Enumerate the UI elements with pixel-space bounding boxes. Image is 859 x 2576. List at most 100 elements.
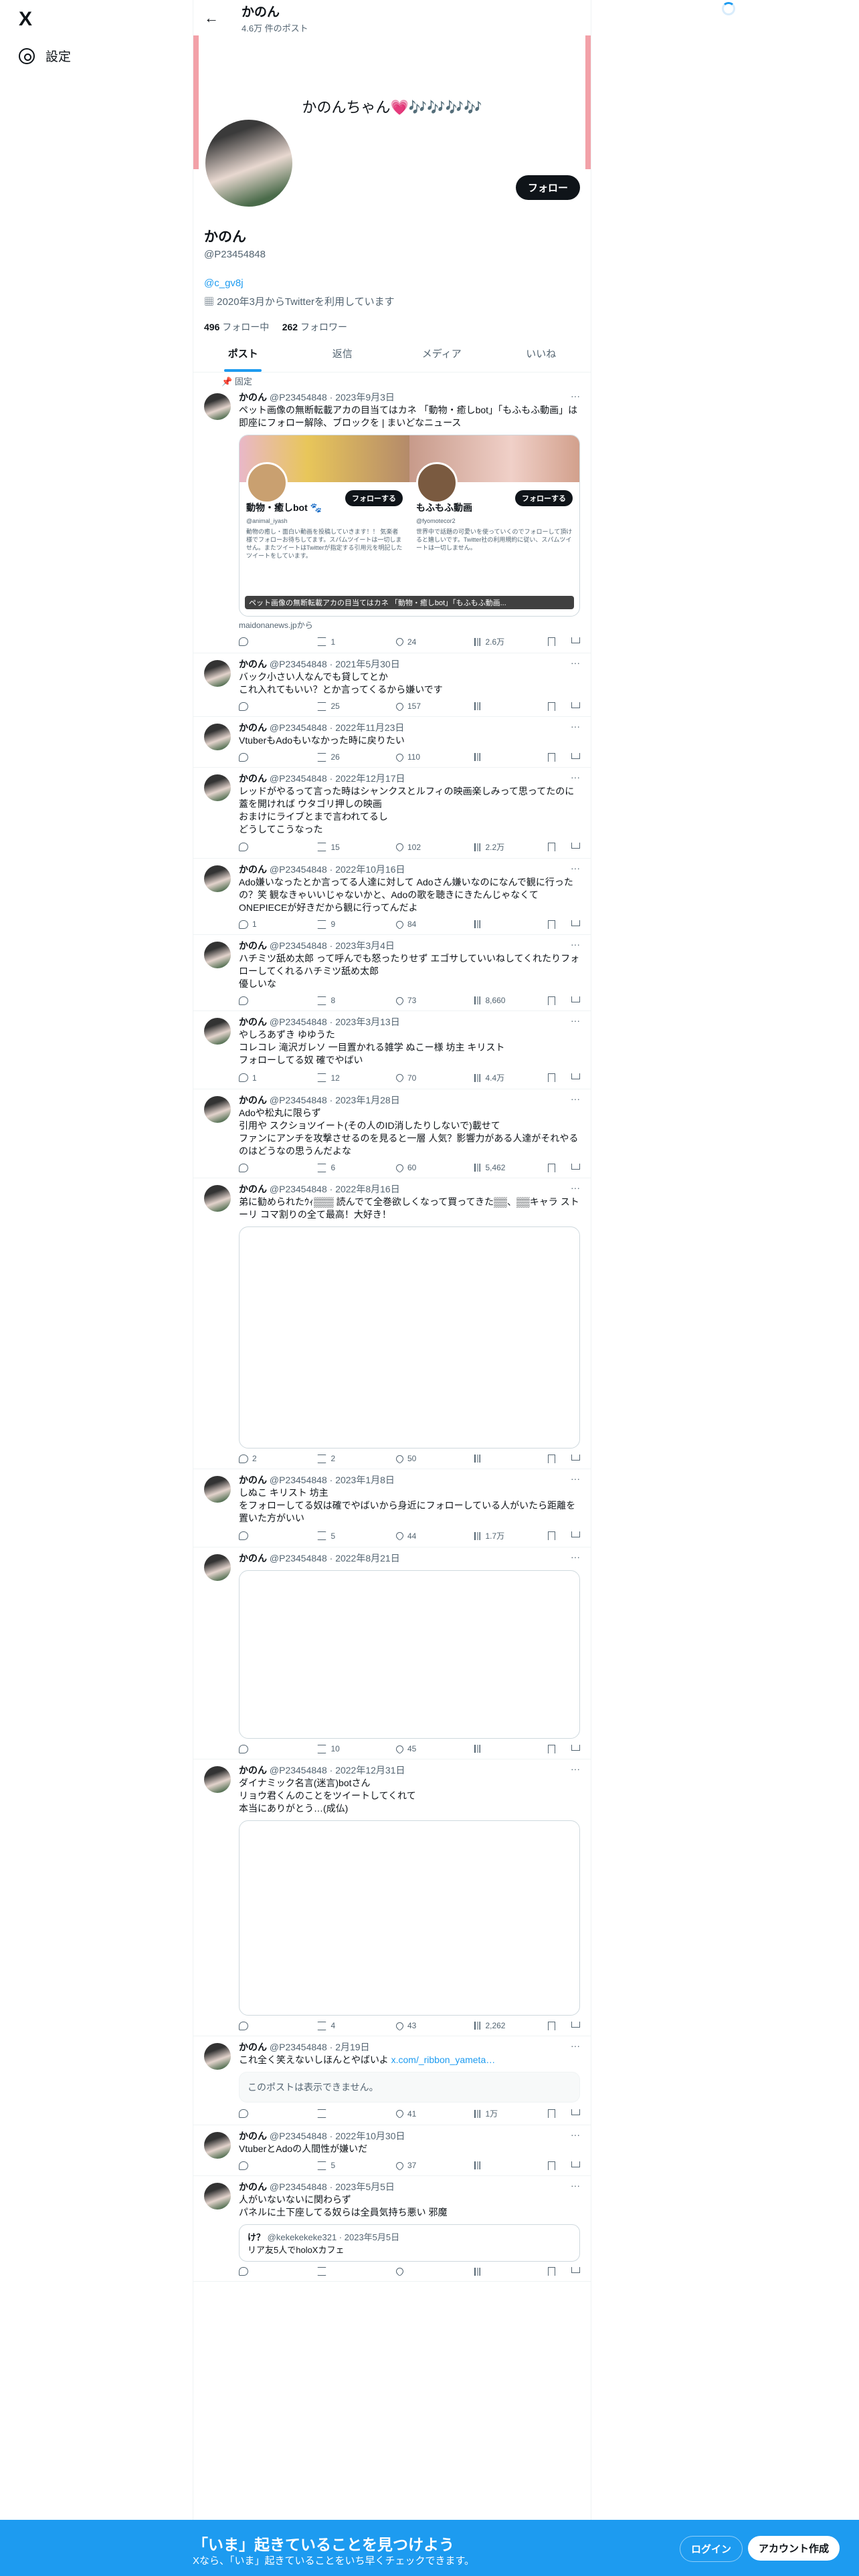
tweet-avatar[interactable]: [204, 2132, 231, 2159]
bookmark-icon[interactable]: [548, 2267, 555, 2276]
like-button[interactable]: 50: [394, 1453, 474, 1464]
bookmark-icon[interactable]: [548, 1744, 555, 1753]
retweet-button[interactable]: 1: [317, 637, 395, 647]
quoted-tweet[interactable]: け？ @kekekekeke321 · 2023年5月5日 リア友5人でholoX…: [239, 2224, 580, 2262]
views-button[interactable]: 2.6万: [474, 636, 548, 647]
more-options-icon[interactable]: ···: [571, 391, 580, 401]
tweet-author-name[interactable]: かのん: [239, 1095, 267, 1105]
profile-avatar[interactable]: [203, 117, 295, 209]
tweet-avatar[interactable]: [204, 1096, 231, 1123]
tab-replies[interactable]: 返信: [293, 336, 393, 372]
tweet-date[interactable]: 2月19日: [335, 2042, 369, 2052]
bookmark-icon[interactable]: [548, 2109, 555, 2118]
reply-button[interactable]: [239, 1531, 317, 1540]
like-button[interactable]: 110: [394, 752, 474, 762]
tweet-author-name[interactable]: かのん: [239, 1016, 267, 1027]
reply-button[interactable]: 1: [239, 920, 317, 929]
more-options-icon[interactable]: ···: [571, 721, 580, 732]
tweet-avatar[interactable]: [204, 774, 231, 801]
tweet-date[interactable]: 2022年10月30日: [335, 2131, 405, 2141]
tweet-author-handle[interactable]: @P23454848: [270, 659, 327, 669]
tweet[interactable]: ··· かのん @P23454848 · 2022年10月16日 Ado嫌いなったと…: [193, 859, 591, 935]
views-button[interactable]: [474, 2161, 548, 2169]
retweet-button[interactable]: 4: [317, 2021, 395, 2030]
more-options-icon[interactable]: ···: [571, 2040, 580, 2051]
tweet-author-handle[interactable]: @P23454848: [270, 2181, 327, 2192]
views-button[interactable]: [474, 1745, 548, 1753]
tweet-author-handle[interactable]: @P23454848: [270, 392, 327, 403]
tweet-author-handle[interactable]: @P23454848: [270, 1095, 327, 1105]
tweet-date[interactable]: 2022年12月31日: [335, 1765, 405, 1776]
share-icon[interactable]: [571, 2267, 580, 2273]
tweet-date[interactable]: 2023年5月5日: [335, 2181, 395, 2192]
reply-button[interactable]: [239, 1744, 317, 1753]
share-icon[interactable]: [571, 702, 580, 708]
share-icon[interactable]: [571, 2161, 580, 2167]
nav-settings[interactable]: 設定: [19, 47, 71, 65]
tweet[interactable]: ··· かのん @P23454848 · 2023年1月8日 しぬこ キリスト 坊主…: [193, 1469, 591, 1547]
bookmark-icon[interactable]: [548, 1531, 555, 1540]
share-icon[interactable]: [571, 1454, 580, 1461]
tweet-media[interactable]: [239, 1820, 580, 2016]
tweet-date[interactable]: 2022年12月17日: [335, 773, 405, 784]
more-options-icon[interactable]: ···: [571, 2180, 580, 2191]
retweet-button[interactable]: 15: [317, 843, 395, 852]
bookmark-icon[interactable]: [548, 996, 555, 1005]
like-button[interactable]: 60: [394, 1162, 474, 1173]
more-options-icon[interactable]: ···: [571, 657, 580, 668]
retweet-button[interactable]: [317, 2267, 395, 2276]
tweet-author-name[interactable]: かのん: [239, 940, 267, 951]
tweet[interactable]: ··· かのん @P23454848 · 2023年5月5日 人がいないないに関わら…: [193, 2176, 591, 2282]
reply-button[interactable]: [239, 2267, 317, 2276]
bookmark-icon[interactable]: [548, 637, 555, 646]
tweet[interactable]: ··· かのん @P23454848 · 2022年11月23日 VtuberもAd…: [193, 717, 591, 768]
tweet-author-handle[interactable]: @P23454848: [270, 2042, 327, 2052]
share-icon[interactable]: [571, 996, 580, 1002]
tweet-date[interactable]: 2023年3月13日: [335, 1016, 400, 1027]
like-button[interactable]: 84: [394, 919, 474, 930]
reply-button[interactable]: [239, 752, 317, 762]
tweet-date[interactable]: 2022年8月16日: [335, 1184, 400, 1194]
tweet-date[interactable]: 2023年1月28日: [335, 1095, 400, 1105]
like-button[interactable]: 43: [394, 2020, 474, 2031]
tweet-date[interactable]: 2023年9月3日: [335, 392, 395, 403]
like-button[interactable]: 70: [394, 1072, 474, 1083]
tweet-author-handle[interactable]: @P23454848: [270, 1475, 327, 1485]
bookmark-icon[interactable]: [548, 843, 555, 851]
tweet-author-name[interactable]: かのん: [239, 1184, 267, 1194]
like-button[interactable]: 157: [394, 701, 474, 712]
tab-media[interactable]: メディア: [392, 336, 492, 372]
views-button[interactable]: [474, 753, 548, 761]
tweet[interactable]: ··· かのん @P23454848 · 2月19日 これ全く笑えないしほんとやばい…: [193, 2036, 591, 2125]
retweet-button[interactable]: 9: [317, 920, 395, 929]
reply-button[interactable]: [239, 702, 317, 711]
more-options-icon[interactable]: ···: [571, 1182, 580, 1193]
tweet[interactable]: ··· かのん @P23454848 · 2022年12月17日 レッドがやるって言…: [193, 768, 591, 859]
tweet-avatar[interactable]: [204, 2183, 231, 2210]
tweet-avatar[interactable]: [204, 2043, 231, 2070]
reply-button[interactable]: [239, 996, 317, 1005]
bookmark-icon[interactable]: [548, 920, 555, 929]
share-icon[interactable]: [571, 1163, 580, 1170]
like-button[interactable]: 45: [394, 1743, 474, 1754]
bookmark-icon[interactable]: [548, 1454, 555, 1463]
share-icon[interactable]: [571, 2109, 580, 2115]
more-options-icon[interactable]: ···: [571, 939, 580, 950]
tweet[interactable]: ··· かのん @P23454848 · 2023年3月13日 やしろあずき ゆゆう…: [193, 1011, 591, 1089]
retweet-button[interactable]: 26: [317, 752, 395, 762]
views-button[interactable]: 8,660: [474, 996, 548, 1005]
reply-button[interactable]: 1: [239, 1073, 317, 1083]
reply-button[interactable]: [239, 1163, 317, 1172]
tweet-date[interactable]: 2022年8月21日: [335, 1553, 400, 1564]
bookmark-icon[interactable]: [548, 2161, 555, 2170]
more-options-icon[interactable]: ···: [571, 1015, 580, 1026]
views-button[interactable]: [474, 1455, 548, 1463]
reply-button[interactable]: [239, 2161, 317, 2170]
views-button[interactable]: [474, 702, 548, 710]
tweet-author-name[interactable]: かのん: [239, 2131, 267, 2141]
reply-button[interactable]: [239, 2021, 317, 2030]
tweet[interactable]: ··· かのん @P23454848 · 2021年5月30日 バック小さい人なんで…: [193, 653, 591, 717]
tweet-author-handle[interactable]: @P23454848: [270, 1553, 327, 1564]
tweet[interactable]: ··· かのん @P23454848 · 2023年9月3日 ペット画像の無断転載ア…: [193, 387, 591, 653]
views-button[interactable]: [474, 920, 548, 928]
